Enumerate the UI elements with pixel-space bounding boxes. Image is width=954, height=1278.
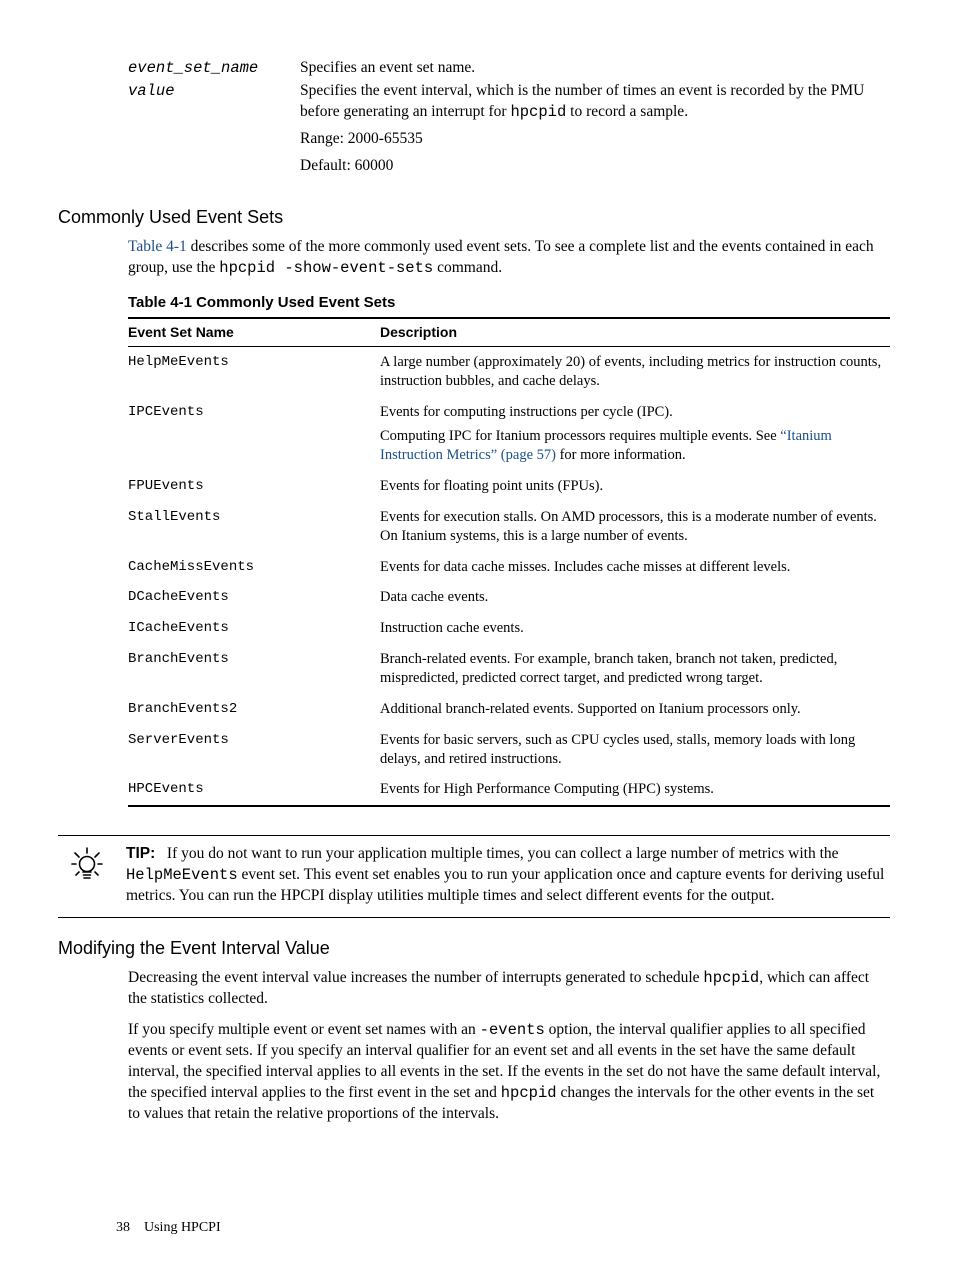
text: to record a sample. xyxy=(566,103,688,120)
text: event set. This event set enables you to… xyxy=(126,866,884,904)
text: If you specify multiple event or event s… xyxy=(128,1021,480,1038)
event-desc: Branch-related events. For example, bran… xyxy=(380,644,890,694)
param-term: value xyxy=(128,81,300,102)
table-row: BranchEvents Branch-related events. For … xyxy=(128,644,890,694)
param-desc: Specifies the event interval, which is t… xyxy=(300,81,890,123)
table-row: IPCEvents Events for computing instructi… xyxy=(128,397,890,472)
event-desc: Events for floating point units (FPUs). xyxy=(380,471,890,502)
footer-title: Using HPCPI xyxy=(144,1220,221,1235)
table-header-row: Event Set Name Description xyxy=(128,318,890,346)
paragraph: If you specify multiple event or event s… xyxy=(128,1020,890,1125)
code: -events xyxy=(480,1021,545,1039)
table-caption: Table 4-1 Commonly Used Event Sets xyxy=(128,293,890,313)
section-body: Decreasing the event interval value incr… xyxy=(128,968,890,1124)
tip-box: TIP: If you do not want to run your appl… xyxy=(58,835,890,918)
event-desc: Data cache events. xyxy=(380,582,890,613)
event-desc: Events for execution stalls. On AMD proc… xyxy=(380,502,890,552)
table-row: ICacheEvents Instruction cache events. xyxy=(128,613,890,644)
page-number: 38 xyxy=(116,1220,130,1235)
event-name: HelpMeEvents xyxy=(128,346,380,396)
event-name: ICacheEvents xyxy=(128,613,380,644)
event-desc: Additional branch-related events. Suppor… xyxy=(380,694,890,725)
table-row: CacheMissEvents Events for data cache mi… xyxy=(128,552,890,583)
paragraph: Decreasing the event interval value incr… xyxy=(128,968,890,1010)
section-heading: Commonly Used Event Sets xyxy=(58,205,890,229)
event-name: DCacheEvents xyxy=(128,582,380,613)
event-name: BranchEvents xyxy=(128,644,380,694)
event-desc: Instruction cache events. xyxy=(380,613,890,644)
lightbulb-icon xyxy=(58,844,116,886)
page-footer: 38 Using HPCPI xyxy=(116,1219,221,1238)
code: hpcpid xyxy=(510,103,566,121)
event-name: HPCEvents xyxy=(128,774,380,806)
text: Events for computing instructions per cy… xyxy=(380,403,884,422)
code: hpcpid -show-event-sets xyxy=(219,259,433,277)
section-heading: Modifying the Event Interval Value xyxy=(58,936,890,960)
event-desc: Events for data cache misses. Includes c… xyxy=(380,552,890,583)
text: for more information. xyxy=(556,447,686,463)
code: HelpMeEvents xyxy=(126,866,238,884)
table-row: DCacheEvents Data cache events. xyxy=(128,582,890,613)
param-desc: Specifies an event set name. xyxy=(300,58,890,79)
code: hpcpid xyxy=(703,969,759,987)
param-row: event_set_name Specifies an event set na… xyxy=(128,58,890,79)
event-name: IPCEvents xyxy=(128,397,380,472)
event-sets-table: Event Set Name Description HelpMeEvents … xyxy=(128,317,890,807)
event-desc: Events for basic servers, such as CPU cy… xyxy=(380,725,890,775)
table-row: ServerEvents Events for basic servers, s… xyxy=(128,725,890,775)
event-desc: Events for computing instructions per cy… xyxy=(380,397,890,472)
text: Computing IPC for Itanium processors req… xyxy=(380,428,780,444)
table-row: BranchEvents2 Additional branch-related … xyxy=(128,694,890,725)
event-name: CacheMissEvents xyxy=(128,552,380,583)
table-ref-link[interactable]: Table 4-1 xyxy=(128,238,187,255)
event-name: ServerEvents xyxy=(128,725,380,775)
table-row: StallEvents Events for execution stalls.… xyxy=(128,502,890,552)
page: event_set_name Specifies an event set na… xyxy=(58,58,890,1238)
event-desc: Events for High Performance Computing (H… xyxy=(380,774,890,806)
param-default: Default: 60000 xyxy=(300,156,890,177)
tip-label: TIP: xyxy=(126,845,155,862)
text: Decreasing the event interval value incr… xyxy=(128,969,703,986)
text: Computing IPC for Itanium processors req… xyxy=(380,427,884,465)
parameter-list: event_set_name Specifies an event set na… xyxy=(128,58,890,177)
section-body: Table 4-1 describes some of the more com… xyxy=(128,237,890,807)
table-row: HPCEvents Events for High Performance Co… xyxy=(128,774,890,806)
param-range: Range: 2000-65535 xyxy=(300,129,890,150)
table-row: HelpMeEvents A large number (approximate… xyxy=(128,346,890,396)
text: command. xyxy=(433,259,502,276)
event-name: BranchEvents2 xyxy=(128,694,380,725)
event-name: StallEvents xyxy=(128,502,380,552)
code: hpcpid xyxy=(501,1084,557,1102)
col-description: Description xyxy=(380,318,890,346)
tip-text: TIP: If you do not want to run your appl… xyxy=(126,844,890,907)
col-event-set-name: Event Set Name xyxy=(128,318,380,346)
param-row: value Specifies the event interval, whic… xyxy=(128,81,890,123)
event-name: FPUEvents xyxy=(128,471,380,502)
table-row: FPUEvents Events for floating point unit… xyxy=(128,471,890,502)
event-desc: A large number (approximately 20) of eve… xyxy=(380,346,890,396)
intro-paragraph: Table 4-1 describes some of the more com… xyxy=(128,237,890,279)
text: If you do not want to run your applicati… xyxy=(167,845,839,862)
param-term: event_set_name xyxy=(128,58,300,79)
